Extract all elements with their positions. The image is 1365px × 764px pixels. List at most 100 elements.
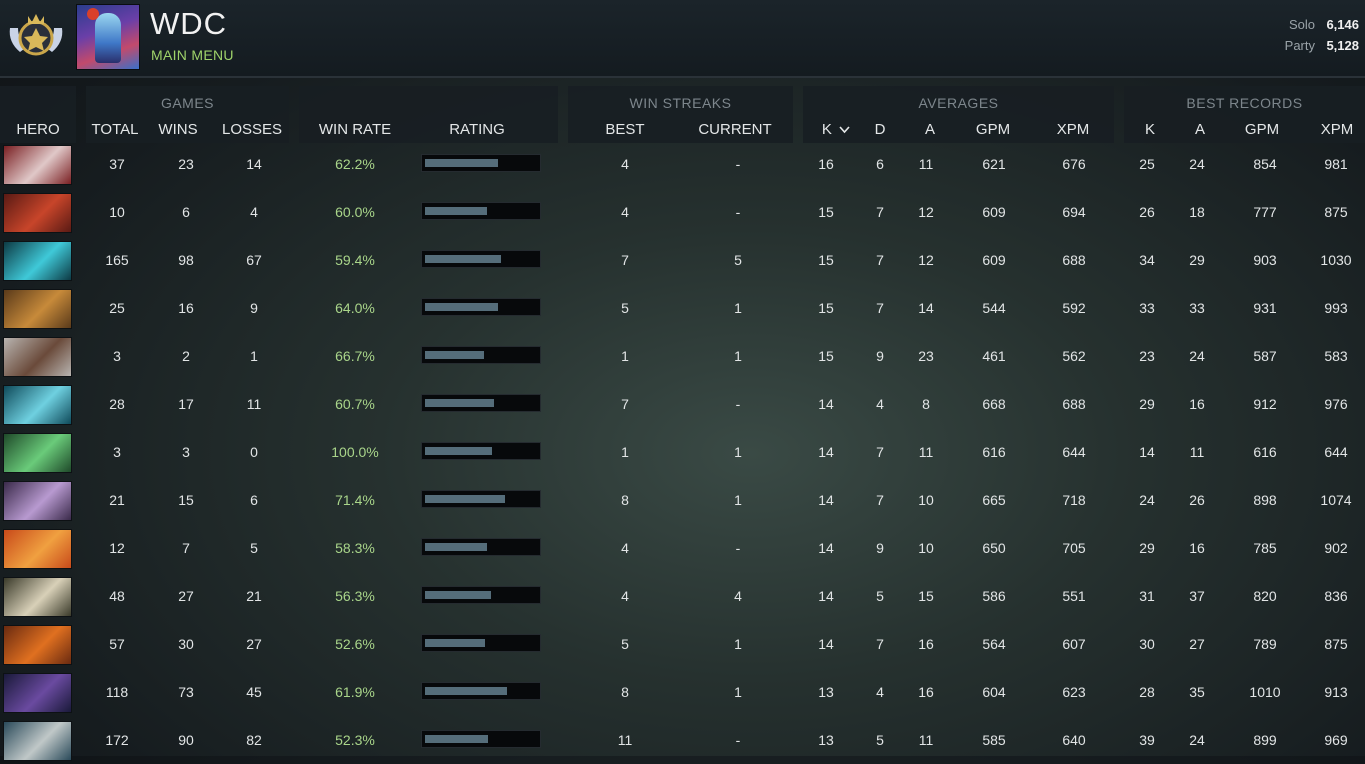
col-avg-assists[interactable]: A <box>915 121 945 138</box>
rating-bar <box>421 250 541 268</box>
rating-bar <box>421 298 541 316</box>
table-row[interactable]: 37 23 14 62.2% 4 - 16 6 11 621 676 25 24 854 981 <box>0 140 1365 188</box>
avg-deaths-cell: 9 <box>876 348 884 364</box>
col-rec-kills[interactable]: K <box>1135 121 1165 138</box>
avg-kills-cell: 14 <box>818 492 834 508</box>
table-row[interactable]: 25 16 9 64.0% 5 1 15 7 14 544 592 33 33 931 993 <box>0 284 1365 332</box>
win-rate-cell: 62.2% <box>335 156 375 172</box>
col-hero[interactable]: HERO <box>0 121 76 138</box>
current-streak-cell: 1 <box>734 348 742 364</box>
avg-xpm-cell: 607 <box>1062 636 1086 652</box>
avg-deaths-cell: 6 <box>876 156 884 172</box>
col-rec-gpm[interactable]: GPM <box>1237 121 1287 138</box>
avg-xpm-cell: 551 <box>1062 588 1086 604</box>
col-avg-kills[interactable]: K <box>813 121 859 138</box>
col-rec-xpm[interactable]: XPM <box>1312 121 1362 138</box>
hero-portrait[interactable] <box>3 241 72 281</box>
table-row[interactable]: 21 15 6 71.4% 8 1 14 7 10 665 718 24 26 898 1074 <box>0 476 1365 524</box>
rating-bar-fill <box>425 639 485 647</box>
rec-assists-cell: 33 <box>1189 300 1205 316</box>
hero-portrait[interactable] <box>3 289 72 329</box>
table-row[interactable]: 118 73 45 61.9% 8 1 13 4 16 604 623 28 35 1010 913 <box>0 668 1365 716</box>
rec-kills-cell: 29 <box>1139 540 1155 556</box>
win-rate-cell: 64.0% <box>335 300 375 316</box>
col-rec-assists[interactable]: A <box>1185 121 1215 138</box>
rec-xpm-cell: 902 <box>1324 540 1348 556</box>
streaks-group-label: WIN STREAKS <box>629 95 732 111</box>
win-rate-cell: 66.7% <box>335 348 375 364</box>
rating-bar <box>421 586 541 604</box>
col-avg-kills-label: K <box>821 121 832 138</box>
table-row[interactable]: 3 3 0 100.0% 1 1 14 7 11 616 644 14 11 616 644 <box>0 428 1365 476</box>
total-cell: 48 <box>109 588 125 604</box>
hero-portrait[interactable] <box>3 433 72 473</box>
party-mmr-value: 5,128 <box>1326 38 1359 53</box>
rec-kills-cell: 39 <box>1139 732 1155 748</box>
rating-bar <box>421 154 541 172</box>
losses-cell: 6 <box>250 492 258 508</box>
win-rate-cell: 52.6% <box>335 636 375 652</box>
hero-portrait[interactable] <box>3 721 72 761</box>
avg-kills-cell: 13 <box>818 732 834 748</box>
records-header: BEST RECORDS K A GPM XPM <box>1124 86 1365 143</box>
hero-portrait[interactable] <box>3 481 72 521</box>
table-row[interactable]: 28 17 11 60.7% 7 - 14 4 8 668 688 29 16 912 976 <box>0 380 1365 428</box>
rec-xpm-cell: 1074 <box>1320 492 1352 508</box>
avg-deaths-cell: 7 <box>876 492 884 508</box>
rec-kills-cell: 33 <box>1139 300 1155 316</box>
table-row[interactable]: 3 2 1 66.7% 1 1 15 9 23 461 562 23 24 587 583 <box>0 332 1365 380</box>
main-menu-link[interactable]: MAIN MENU <box>151 47 234 63</box>
player-avatar[interactable] <box>76 4 140 70</box>
hero-portrait[interactable] <box>3 145 72 185</box>
avg-gpm-cell: 544 <box>982 300 1006 316</box>
rec-gpm-cell: 903 <box>1253 252 1277 268</box>
rating-bar-fill <box>425 303 498 311</box>
col-losses[interactable]: LOSSES <box>222 121 282 138</box>
col-total[interactable]: TOTAL <box>86 121 144 138</box>
table-row[interactable]: 48 27 21 56.3% 4 4 14 5 15 586 551 31 37 820 836 <box>0 572 1365 620</box>
col-avg-deaths[interactable]: D <box>865 121 895 138</box>
rating-bar-fill <box>425 351 484 359</box>
hero-portrait[interactable] <box>3 673 72 713</box>
avg-assists-cell: 11 <box>918 444 934 460</box>
col-wins[interactable]: WINS <box>150 121 206 138</box>
col-avg-gpm[interactable]: GPM <box>968 121 1018 138</box>
avg-assists-cell: 15 <box>918 588 934 604</box>
hero-portrait[interactable] <box>3 577 72 617</box>
col-current-streak[interactable]: CURRENT <box>695 121 775 138</box>
table-row[interactable]: 172 90 82 52.3% 11 - 13 5 11 585 640 39 24 899 969 <box>0 716 1365 764</box>
wins-cell: 3 <box>182 444 190 460</box>
col-win-rate[interactable]: WIN RATE <box>305 121 405 138</box>
table-row[interactable]: 57 30 27 52.6% 5 1 14 7 16 564 607 30 27 789 875 <box>0 620 1365 668</box>
avg-kills-cell: 16 <box>818 156 834 172</box>
total-cell: 118 <box>105 684 129 700</box>
avg-gpm-cell: 665 <box>982 492 1006 508</box>
hero-portrait[interactable] <box>3 337 72 377</box>
avg-gpm-cell: 621 <box>982 156 1006 172</box>
avg-xpm-cell: 676 <box>1062 156 1086 172</box>
win-rate-cell: 52.3% <box>335 732 375 748</box>
total-cell: 10 <box>109 204 125 220</box>
best-streak-cell: 1 <box>621 444 629 460</box>
hero-portrait[interactable] <box>3 193 72 233</box>
hero-portrait[interactable] <box>3 385 72 425</box>
avg-kills-cell: 14 <box>818 540 834 556</box>
games-group-label: GAMES <box>160 95 215 111</box>
avg-kills-cell: 15 <box>818 300 834 316</box>
table-row[interactable]: 10 6 4 60.0% 4 - 15 7 12 609 694 26 18 777 875 <box>0 188 1365 236</box>
col-rating[interactable]: RATING <box>427 121 527 138</box>
hero-portrait[interactable] <box>3 625 72 665</box>
col-best-streak[interactable]: BEST <box>595 121 655 138</box>
avg-gpm-cell: 650 <box>982 540 1006 556</box>
hero-portrait[interactable] <box>3 529 72 569</box>
rating-bar <box>421 394 541 412</box>
col-avg-xpm[interactable]: XPM <box>1048 121 1098 138</box>
avg-gpm-cell: 585 <box>982 732 1006 748</box>
win-rate-cell: 56.3% <box>335 588 375 604</box>
table-row[interactable]: 165 98 67 59.4% 7 5 15 7 12 609 688 34 29 903 1030 <box>0 236 1365 284</box>
avg-deaths-cell: 4 <box>876 684 884 700</box>
rec-assists-cell: 16 <box>1189 540 1205 556</box>
total-cell: 25 <box>109 300 125 316</box>
table-row[interactable]: 12 7 5 58.3% 4 - 14 9 10 650 705 29 16 785 902 <box>0 524 1365 572</box>
avg-gpm-cell: 586 <box>982 588 1006 604</box>
